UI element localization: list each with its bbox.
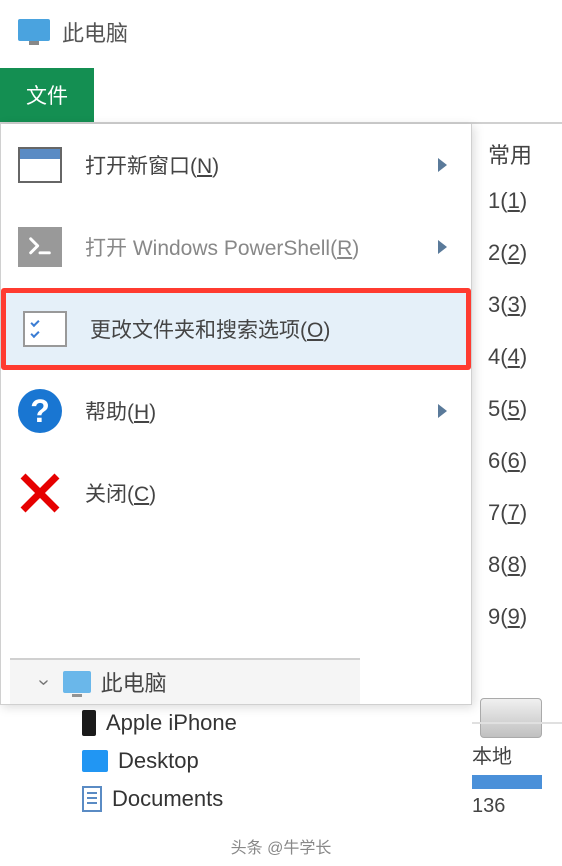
powershell-icon (15, 225, 65, 269)
phone-icon (82, 710, 96, 736)
pc-icon (63, 671, 91, 693)
tree-label: Apple iPhone (106, 710, 237, 736)
title-bar: 此电脑 (0, 0, 562, 68)
options-icon (20, 307, 70, 351)
menu-label: 更改文件夹和搜索选项(O) (90, 314, 452, 344)
frequent-list: 1(1) 2(2) 3(3) 4(4) 5(5) 6(6) 7(7) 8(8) … (484, 188, 562, 630)
tab-file[interactable]: 文件 (0, 68, 94, 122)
desktop-icon (82, 750, 108, 772)
frequent-item[interactable]: 8(8) (488, 552, 562, 578)
tree-label: Documents (112, 786, 223, 812)
frequent-item[interactable]: 3(3) (488, 292, 562, 318)
disk-usage-bar (472, 775, 542, 789)
menu-close[interactable]: 关闭(C) (1, 452, 471, 534)
disk-info[interactable]: 本地 136 (472, 722, 562, 818)
frequent-item[interactable]: 5(5) (488, 396, 562, 422)
menu-label: 打开新窗口(N) (85, 150, 438, 180)
menu-help[interactable]: ? 帮助(H) (1, 370, 471, 452)
window-title: 此电脑 (62, 16, 128, 48)
chevron-right-icon (438, 404, 447, 418)
close-icon (15, 471, 65, 515)
tree-label: Desktop (118, 748, 199, 774)
tree-item[interactable]: Apple iPhone (10, 704, 360, 742)
pc-icon (18, 19, 50, 45)
frequent-item[interactable]: 4(4) (488, 344, 562, 370)
disk-value: 136 (472, 795, 562, 818)
watermark: 头条 @牛学长 (231, 834, 332, 858)
tree-item[interactable]: Desktop (10, 742, 360, 780)
help-icon: ? (15, 389, 65, 433)
frequent-header: 常用 (484, 138, 562, 170)
menu-folder-options[interactable]: 更改文件夹和搜索选项(O) (1, 288, 471, 370)
chevron-right-icon (438, 158, 447, 172)
menu-open-powershell[interactable]: 打开 Windows PowerShell(R) (1, 206, 471, 288)
file-menu: 打开新窗口(N) 打开 Windows PowerShell(R) 更改文件夹和… (0, 124, 472, 705)
chevron-right-icon (438, 240, 447, 254)
disk-label: 本地 (472, 740, 562, 769)
frequent-panel: 常用 1(1) 2(2) 3(3) 4(4) 5(5) 6(6) 7(7) 8(… (484, 124, 562, 705)
frequent-item[interactable]: 1(1) (488, 188, 562, 214)
menu-label: 帮助(H) (85, 396, 438, 426)
tree-item[interactable]: Documents (10, 780, 360, 818)
frequent-item[interactable]: 2(2) (488, 240, 562, 266)
menu-label: 打开 Windows PowerShell(R) (85, 232, 438, 262)
new-window-icon (15, 143, 65, 187)
menu-label: 关闭(C) (85, 478, 457, 508)
menu-open-new-window[interactable]: 打开新窗口(N) (1, 124, 471, 206)
navigation-tree: 此电脑 Apple iPhone Desktop Documents (10, 658, 360, 818)
frequent-item[interactable]: 9(9) (488, 604, 562, 630)
tree-label: 此电脑 (101, 666, 167, 698)
documents-icon (82, 786, 102, 812)
ribbon-tabs: 文件 (0, 68, 562, 124)
frequent-item[interactable]: 6(6) (488, 448, 562, 474)
tree-this-pc[interactable]: 此电脑 (10, 658, 360, 704)
frequent-item[interactable]: 7(7) (488, 500, 562, 526)
